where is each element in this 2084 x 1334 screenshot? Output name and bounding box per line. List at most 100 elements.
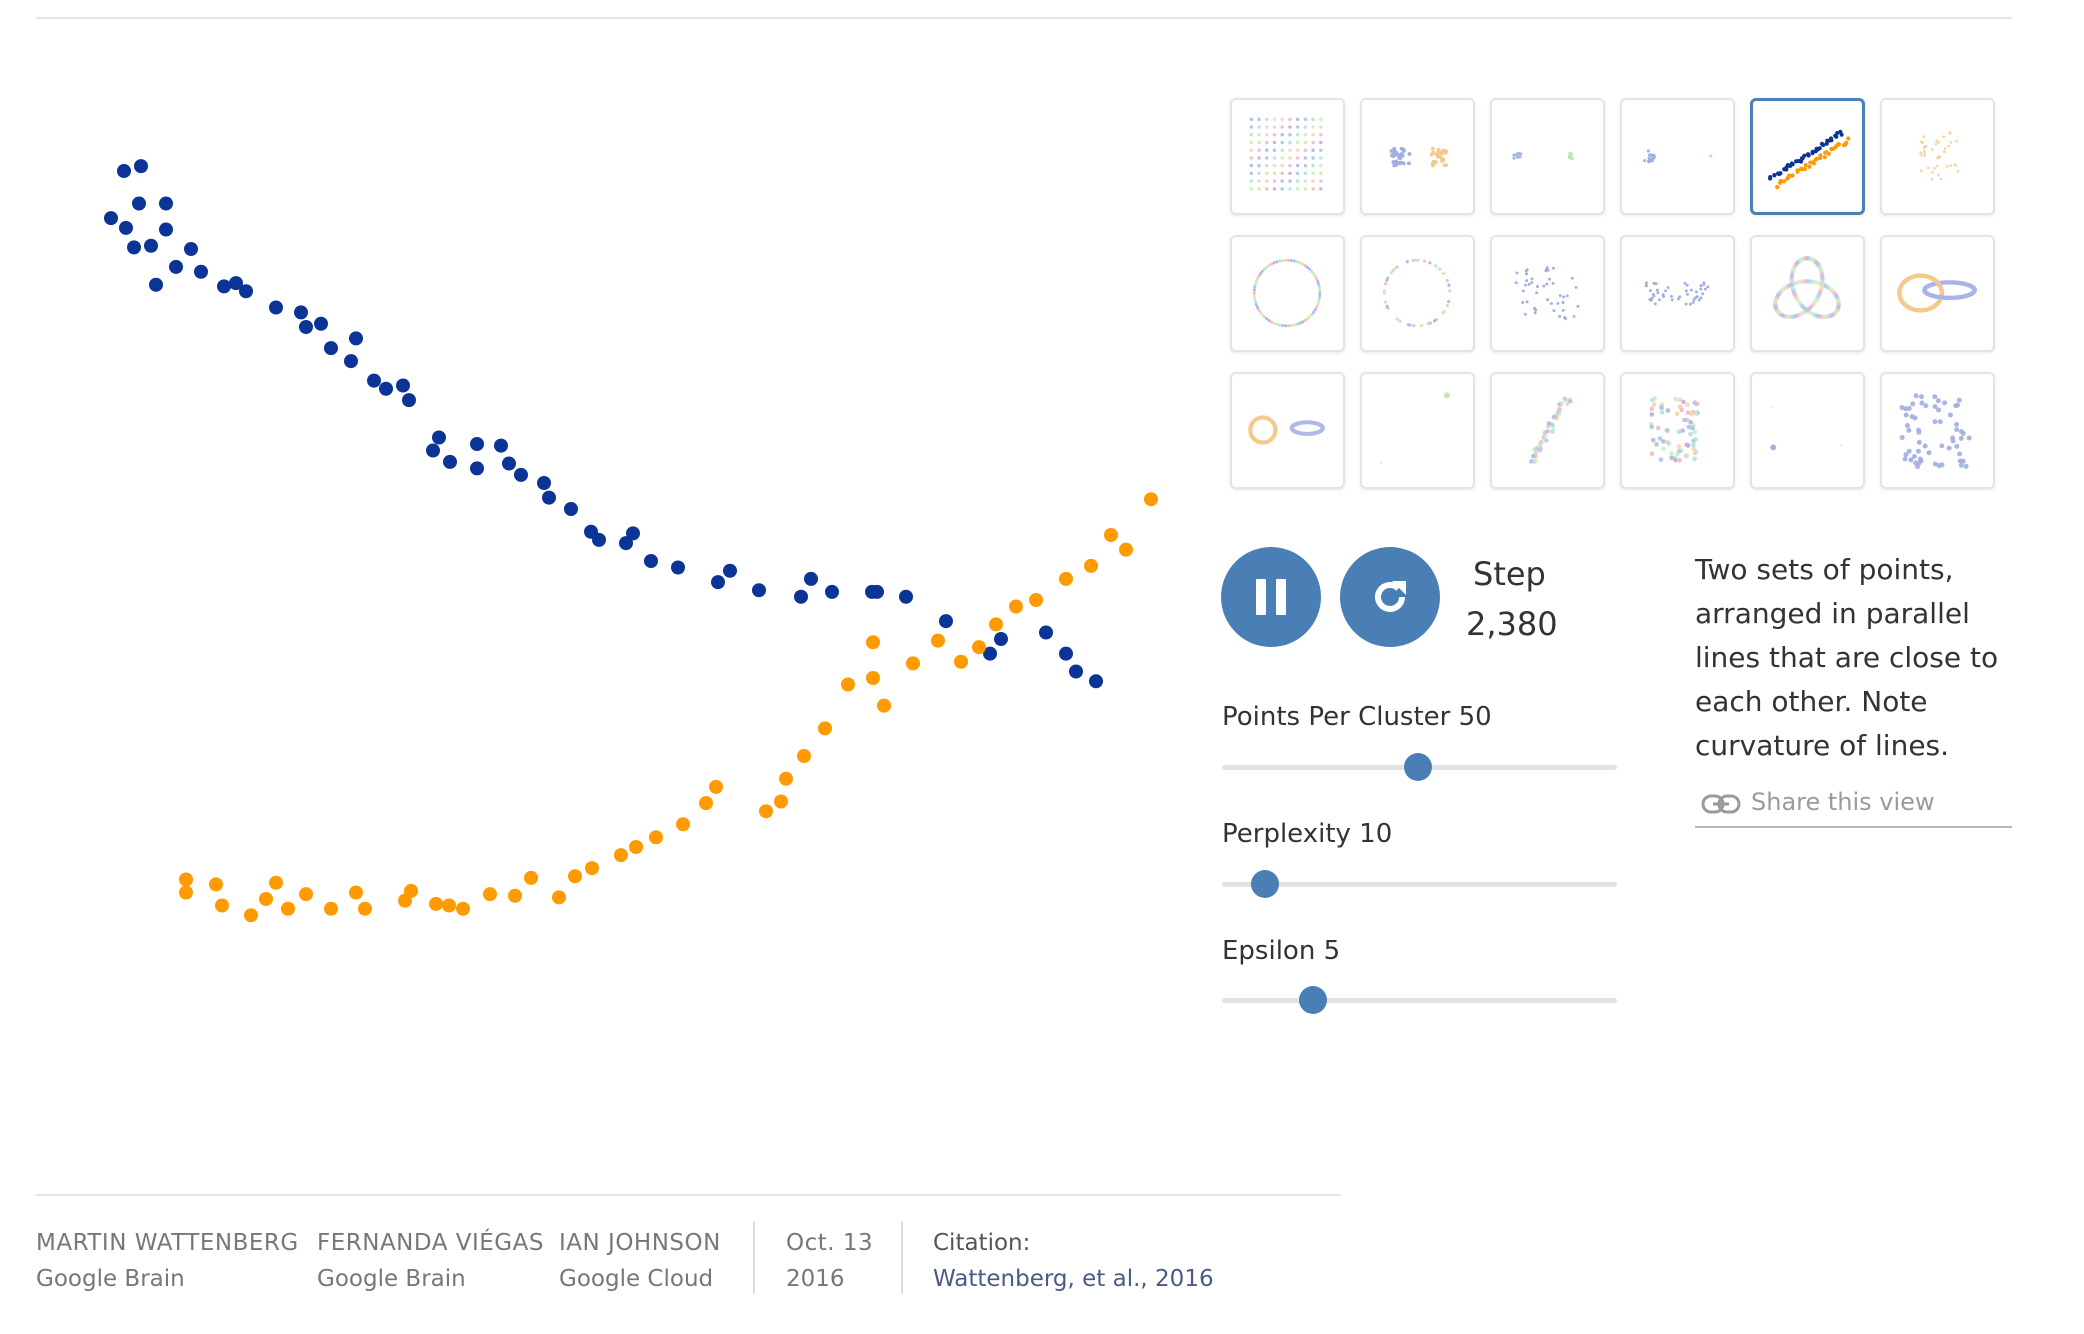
- share-view-link[interactable]: Share this view: [1695, 788, 2012, 828]
- data-point: [358, 901, 372, 916]
- thumbnail-mixed-cloud[interactable]: [1620, 372, 1735, 489]
- step-counter: 2,380: [1466, 605, 1558, 643]
- thumbnail-preview: [1767, 129, 1851, 190]
- data-point: [144, 238, 158, 253]
- data-point: [502, 456, 516, 471]
- data-point: [552, 890, 566, 905]
- data-point: [159, 222, 173, 237]
- data-point: [866, 671, 880, 685]
- thumbnail-preview: [1644, 281, 1710, 306]
- data-point: [564, 502, 578, 516]
- data-point: [931, 633, 945, 648]
- data-point: [404, 883, 418, 898]
- data-point: [344, 354, 358, 369]
- data-point: [149, 277, 163, 292]
- thumbnail-preview: [1649, 396, 1700, 463]
- data-point: [1104, 528, 1118, 542]
- thumbnail-unevenly-spaced-circle[interactable]: [1360, 235, 1475, 352]
- data-point: [379, 381, 393, 396]
- thumbnail-circle[interactable]: [1230, 235, 1345, 352]
- data-point: [324, 341, 338, 356]
- thumbnail-two-clusters[interactable]: [1360, 98, 1475, 215]
- thumbnail-sparse-points[interactable]: [1750, 372, 1865, 489]
- data-point: [1089, 674, 1103, 689]
- data-point: [299, 320, 313, 334]
- thumbnail-linked-rings[interactable]: [1880, 235, 1995, 352]
- series-1: [104, 159, 1103, 689]
- thumbnail-long-walk[interactable]: [1490, 372, 1605, 489]
- data-point: [494, 438, 508, 453]
- data-point: [1009, 599, 1023, 614]
- data-point: [324, 901, 338, 916]
- thumbnail-preview: [1773, 255, 1841, 320]
- thumbnail-three-clusters[interactable]: [1490, 98, 1605, 215]
- thumbnail-preview: [1514, 266, 1580, 321]
- thumbnail-preview: [1919, 131, 1960, 181]
- data-point: [794, 589, 808, 604]
- thumbnail-random-jump[interactable]: [1620, 235, 1735, 352]
- data-point: [906, 656, 920, 671]
- perplexity-slider[interactable]: [1222, 870, 1617, 898]
- citation-link[interactable]: Wattenberg, et al., 2016: [933, 1261, 1214, 1297]
- restart-button[interactable]: [1340, 547, 1440, 647]
- date-year: 2016: [786, 1266, 845, 1292]
- data-point: [825, 584, 839, 599]
- data-point: [134, 159, 148, 174]
- thumbnail-dense-cloud[interactable]: [1880, 372, 1995, 489]
- data-point: [804, 571, 818, 586]
- slider-handle[interactable]: [1298, 986, 1327, 1014]
- data-point: [774, 794, 788, 809]
- slider-handle[interactable]: [1403, 753, 1432, 781]
- data-point: [671, 560, 685, 575]
- data-point: [1059, 646, 1073, 661]
- data-point: [514, 467, 528, 482]
- thumbnail-preview: [1643, 149, 1713, 164]
- data-point: [456, 901, 470, 916]
- thumbnail-preview: [1252, 258, 1322, 328]
- data-point: [244, 908, 258, 923]
- author-1: MARTIN WATTENBERG Google Brain: [36, 1225, 299, 1297]
- share-label: Share this view: [1751, 788, 1935, 816]
- data-point: [443, 454, 457, 469]
- author-affiliation: Google Brain: [36, 1266, 185, 1292]
- data-point: [269, 300, 283, 315]
- data-point: [429, 896, 443, 911]
- data-point: [1119, 542, 1133, 557]
- thumbnail-random-walk[interactable]: [1490, 235, 1605, 352]
- perplexity-label: Perplexity 10: [1222, 819, 1393, 849]
- pause-button[interactable]: [1221, 547, 1321, 647]
- thumbnail-grid[interactable]: [1230, 98, 1345, 215]
- points-per-cluster-slider[interactable]: [1222, 753, 1617, 781]
- thumbnail-gaussian-cloud[interactable]: [1880, 98, 1995, 215]
- thumbnail-sparse-clusters[interactable]: [1360, 372, 1475, 489]
- author-3: IAN JOHNSON Google Cloud: [559, 1225, 721, 1297]
- data-point: [649, 830, 663, 845]
- example-thumbnail-grid: [1230, 98, 2000, 493]
- slider-handle[interactable]: [1251, 870, 1280, 898]
- thumbnail-trefoil-knot[interactable]: [1750, 235, 1865, 352]
- author-affiliation: Google Brain: [317, 1266, 466, 1292]
- data-point: [779, 771, 793, 786]
- thumbnail-distant-clusters[interactable]: [1620, 98, 1735, 215]
- data-point: [259, 892, 273, 906]
- data-point: [542, 490, 556, 505]
- author-name: IAN JOHNSON: [559, 1230, 721, 1256]
- points-per-cluster-label: Points Per Cluster 50: [1222, 702, 1492, 732]
- footer-separator: [753, 1222, 755, 1294]
- data-point: [442, 898, 456, 913]
- data-point: [104, 211, 118, 226]
- thumbnail-parallel-lines[interactable]: [1750, 98, 1865, 215]
- data-point: [1084, 558, 1098, 573]
- data-point: [877, 698, 891, 713]
- data-point: [209, 877, 223, 892]
- date-month-day: Oct. 13: [786, 1230, 874, 1256]
- thumbnail-unlinked-rings[interactable]: [1230, 372, 1345, 489]
- data-point: [537, 476, 551, 490]
- data-point: [132, 196, 146, 211]
- data-point: [759, 804, 773, 819]
- data-point: [239, 284, 253, 299]
- data-point: [127, 240, 141, 255]
- epsilon-slider[interactable]: [1222, 986, 1617, 1014]
- data-point: [349, 885, 363, 900]
- data-point: [179, 872, 193, 887]
